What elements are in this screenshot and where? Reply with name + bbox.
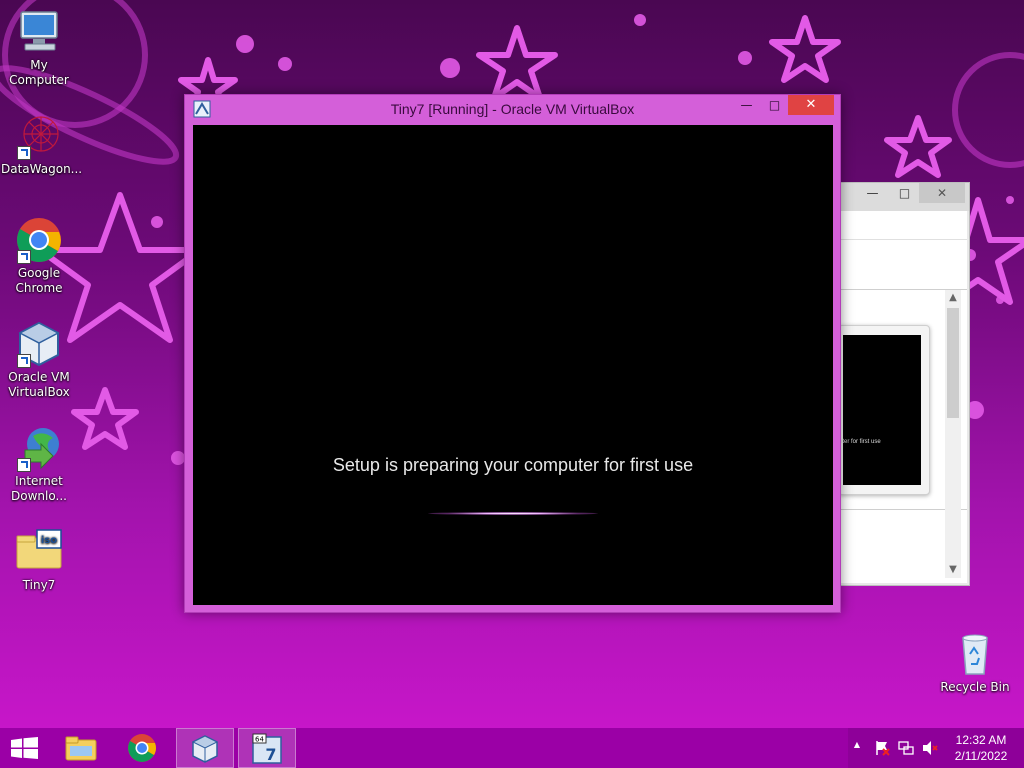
shortcut-arrow-icon: [17, 458, 31, 472]
vm-close-button[interactable]: ✕: [788, 95, 834, 115]
virtualbox-icon: [191, 735, 219, 763]
svg-text:64: 64: [255, 736, 264, 744]
svg-text:7: 7: [265, 745, 276, 764]
desktop-icon-internet-download-manager[interactable]: Internet Downlo...: [1, 424, 77, 504]
taskbar-file-explorer[interactable]: [52, 728, 110, 768]
vm-preview-text: uter for first use: [839, 439, 881, 445]
desktop-icon-my-computer[interactable]: My Computer: [1, 8, 77, 88]
desktop: My Computer DataWagon... Google Chrome O…: [0, 0, 1024, 728]
vm-preview-thumbnail: uter for first use: [838, 325, 930, 495]
taskbar-chrome[interactable]: [114, 728, 172, 768]
desktop-icon-tiny7-iso[interactable]: iso Tiny7: [1, 528, 77, 593]
windows-start-icon: [11, 737, 38, 759]
setup-progress-glow: [428, 512, 598, 515]
show-hidden-icons-button[interactable]: ▲: [851, 740, 863, 749]
scroll-up-arrow-icon[interactable]: ▲: [945, 290, 961, 306]
clock-date: 2/11/2022: [954, 749, 1008, 763]
desktop-icon-label: Google Chrome: [15, 266, 63, 295]
virtualbox-vm-window[interactable]: Tiny7 [Running] - Oracle VM VirtualBox —…: [184, 94, 841, 613]
taskbar: 64 7 ▲ 12:32 AM 2/11/2022: [0, 728, 1024, 768]
background-window-minimize-button[interactable]: —: [859, 183, 886, 203]
start-button[interactable]: [0, 728, 58, 768]
shortcut-arrow-icon: [17, 146, 31, 160]
scroll-down-arrow-icon[interactable]: ▼: [945, 562, 961, 578]
desktop-icon-label: Oracle VM VirtualBox: [8, 370, 70, 399]
volume-muted-icon[interactable]: [922, 740, 938, 756]
chrome-icon: [128, 734, 156, 762]
network-icon[interactable]: [898, 740, 914, 756]
desktop-icon-label: Tiny7: [22, 578, 56, 592]
vm-minimize-button[interactable]: —: [733, 95, 760, 115]
background-window-maximize-button[interactable]: □: [891, 183, 918, 203]
guest-setup-message: Setup is preparing your computer for fir…: [332, 455, 694, 475]
desktop-icon-google-chrome[interactable]: Google Chrome: [1, 216, 77, 296]
vm-window-titlebar[interactable]: Tiny7 [Running] - Oracle VM VirtualBox —…: [185, 95, 840, 123]
vm-preview-screen: uter for first use: [839, 335, 921, 485]
tiny7-vm-icon: 64 7: [252, 733, 282, 764]
desktop-icon-label: DataWagon...: [1, 162, 83, 176]
scrollbar-thumb[interactable]: [947, 308, 959, 418]
desktop-icon-recycle-bin[interactable]: Recycle Bin: [937, 630, 1013, 695]
desktop-icon-datawagon[interactable]: DataWagon...: [1, 112, 83, 177]
recycle-bin-icon: [962, 634, 988, 675]
desktop-icon-label: Internet Downlo...: [11, 474, 67, 503]
vm-maximize-button[interactable]: □: [761, 95, 788, 115]
background-window-close-button[interactable]: ✕: [919, 183, 965, 203]
action-center-flag-icon[interactable]: [874, 740, 890, 756]
desktop-icon-label: Recycle Bin: [940, 680, 1010, 694]
background-window-scrollbar[interactable]: ▲ ▼: [945, 290, 961, 578]
shortcut-arrow-icon: [17, 250, 31, 264]
clock-time: 12:32 AM: [955, 733, 1007, 747]
shortcut-arrow-icon: [17, 354, 31, 368]
computer-icon: [20, 11, 58, 51]
taskbar-clock[interactable]: 12:32 AM 2/11/2022: [943, 732, 1019, 764]
vm-guest-display[interactable]: Setup is preparing your computer for fir…: [193, 125, 833, 605]
desktop-icon-virtualbox[interactable]: Oracle VM VirtualBox: [1, 320, 77, 400]
taskbar-virtualbox[interactable]: [176, 728, 234, 768]
svg-text:iso: iso: [41, 535, 57, 546]
taskbar-tiny7-vm[interactable]: 64 7: [238, 728, 296, 768]
iso-file-icon: iso: [16, 529, 62, 569]
file-explorer-icon: [65, 736, 97, 761]
desktop-icon-label: My Computer: [9, 58, 69, 87]
